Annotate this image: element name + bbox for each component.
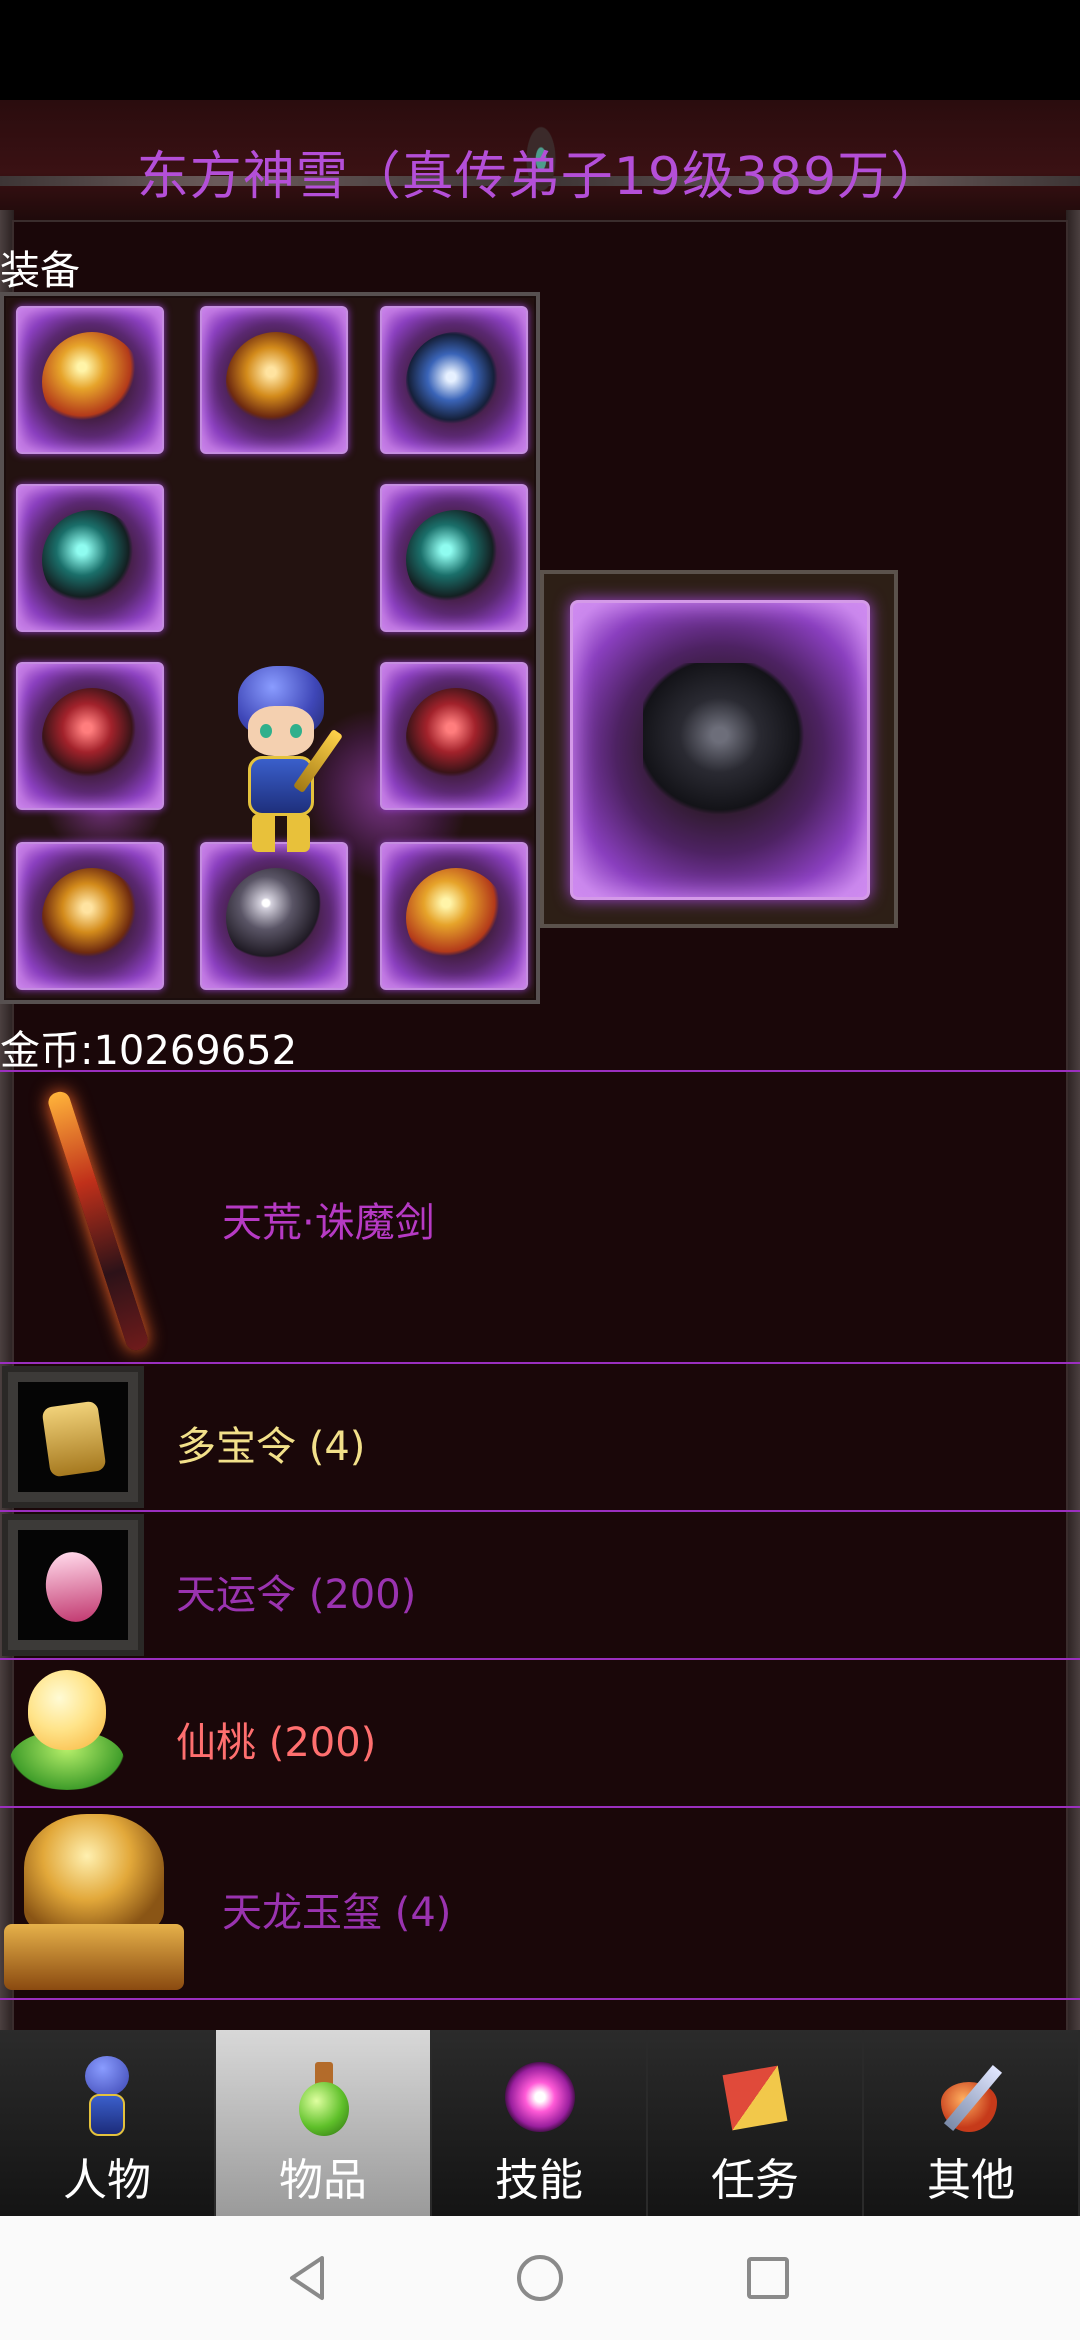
ring-icon (42, 688, 142, 788)
belt-icon (226, 868, 326, 968)
avatar-face (248, 706, 314, 756)
list-item[interactable]: 天运令 (200) (0, 1510, 1080, 1658)
tab-other[interactable]: 其他 (864, 2030, 1080, 2216)
equip-slot-boots[interactable] (380, 842, 528, 990)
sword-icon (22, 1086, 172, 1356)
equip-slot-offhand[interactable] (380, 484, 528, 632)
list-item[interactable]: 多宝令 (4) (0, 1362, 1080, 1510)
potion-icon-bottle (299, 2082, 349, 2136)
gold-count: 金币:10269652 (0, 1028, 298, 1074)
mount-slot[interactable] (570, 600, 870, 900)
character-icon-body (89, 2094, 125, 2136)
avatar-eye (260, 724, 272, 738)
item-label: 天运令 (200) (176, 1572, 417, 1618)
pink-token-icon-frame (18, 1530, 128, 1640)
item-label: 天龙玉玺 (4) (222, 1890, 452, 1936)
seal-base (4, 1924, 184, 1990)
list-item[interactable]: 天龙玉玺 (4) (0, 1806, 1080, 2000)
sword-blade (45, 1089, 151, 1353)
item-label: 多宝令 (4) (176, 1424, 366, 1470)
home-icon[interactable] (514, 2252, 566, 2304)
list-item[interactable]: 天荒·诛魔剑 (0, 1070, 1080, 1362)
ring-icon (406, 688, 506, 788)
item-label: 仙桃 (200) (176, 1720, 377, 1766)
equip-slot-ring-left[interactable] (16, 662, 164, 810)
seal-icon (4, 1814, 184, 1994)
tab-quests[interactable]: 任务 (648, 2030, 864, 2216)
pink-token-shape (41, 1548, 107, 1626)
mount-slot-frame (540, 570, 898, 928)
token-shape (41, 1400, 107, 1478)
skill-orb-icon (497, 2056, 581, 2140)
token-icon-frame (18, 1382, 128, 1492)
character-title: 东方神雪（真传弟子19级389万） (136, 147, 944, 207)
token-icon (2, 1366, 144, 1508)
equip-slot-weapon[interactable] (16, 484, 164, 632)
tab-label: 技能 (495, 2155, 583, 2206)
skill-orb (505, 2062, 575, 2132)
equipment-label: 装备 (0, 248, 80, 294)
tab-label: 任务 (711, 2155, 799, 2206)
equip-slot-gloves[interactable] (16, 842, 164, 990)
amulet-icon (406, 332, 506, 432)
avatar-legs (252, 814, 310, 852)
tab-label: 物品 (279, 2155, 367, 2206)
quest-book-icon (713, 2056, 797, 2140)
tab-character[interactable]: 人物 (0, 2030, 216, 2216)
tab-items[interactable]: 物品 (216, 2030, 432, 2216)
tab-skills[interactable]: 技能 (432, 2030, 648, 2216)
item-list: 天荒·诛魔剑 多宝令 (4) 天运令 (200) 仙桃 (200) 天龙玉玺 (… (0, 1070, 1080, 2000)
beast-mount-icon (643, 663, 813, 823)
equip-slot-helmet[interactable] (16, 306, 164, 454)
weapon-icon (42, 510, 142, 610)
game-panel: 东方神雪（真传弟子19级389万） 装备 金币:10269652 天荒·诛魔剑 … (0, 100, 1080, 2032)
tab-label: 其他 (927, 2155, 1015, 2206)
peach-icon (10, 1670, 124, 1796)
tab-label: 人物 (63, 2155, 151, 2206)
character-icon-head (85, 2056, 129, 2096)
potion-icon (281, 2056, 365, 2140)
system-nav-bar (0, 2216, 1080, 2340)
armor-icon (226, 332, 326, 432)
peach-fruit (28, 1670, 106, 1750)
seal-dragon (24, 1814, 164, 1934)
equipment-grid (0, 292, 540, 1004)
back-icon[interactable] (282, 2252, 334, 2304)
item-label: 天荒·诛魔剑 (222, 1200, 435, 1246)
sword-shield-icon (929, 2056, 1013, 2140)
equip-slot-amulet[interactable] (380, 306, 528, 454)
character-icon (65, 2056, 149, 2140)
helmet-icon (42, 332, 142, 432)
pagoda-icon (406, 868, 506, 968)
equip-slot-armor[interactable] (200, 306, 348, 454)
gloves-icon (42, 868, 142, 968)
offhand-icon (406, 510, 506, 610)
list-item[interactable]: 仙桃 (200) (0, 1658, 1080, 1806)
quest-book (722, 2065, 788, 2131)
status-bar (0, 0, 1080, 100)
bottom-tab-bar: 人物 物品 技能 任务 其他 (0, 2030, 1080, 2216)
recent-apps-icon[interactable] (742, 2252, 794, 2304)
character-avatar (226, 666, 343, 856)
equip-slot-belt[interactable] (200, 842, 348, 990)
pink-token-icon (2, 1514, 144, 1656)
equip-slot-ring-right[interactable] (380, 662, 528, 810)
avatar-eye (290, 724, 302, 738)
